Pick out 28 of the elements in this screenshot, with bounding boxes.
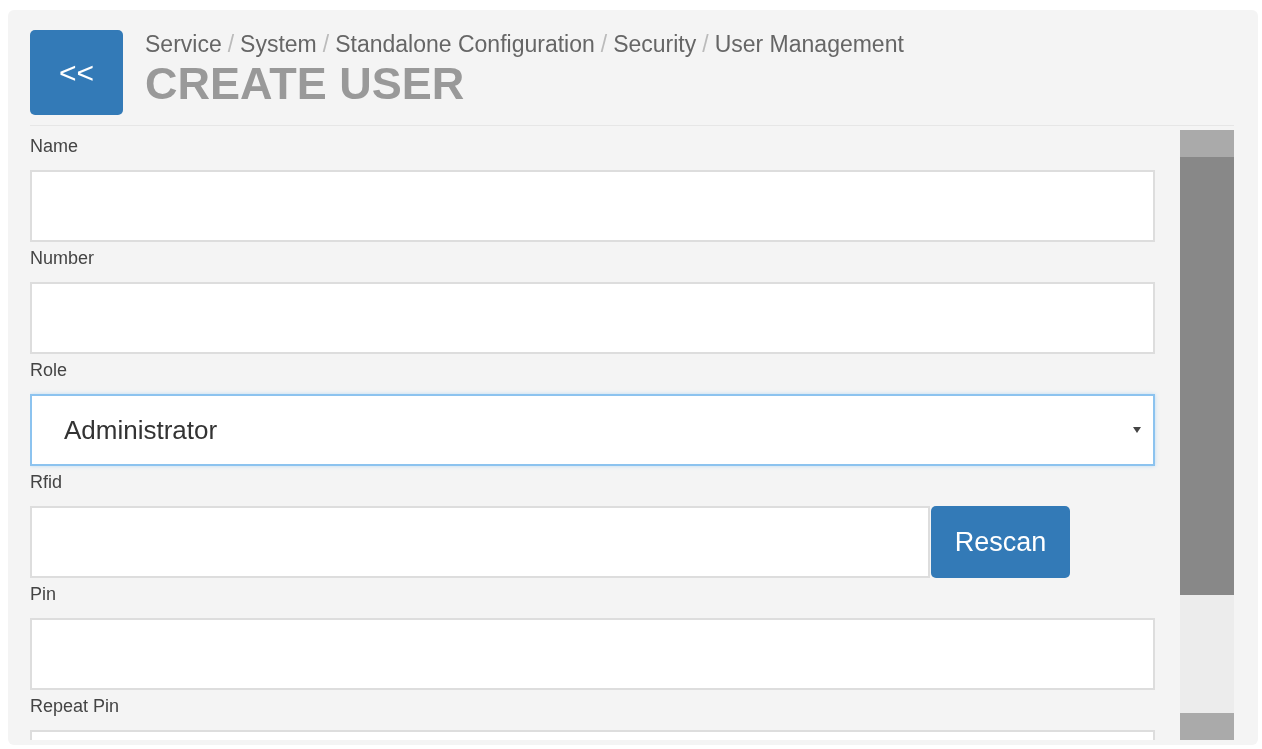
field-label: Role [30, 359, 69, 382]
scrollbar-track[interactable] [1180, 130, 1234, 740]
role-dropdown[interactable]: Administrator [30, 394, 1155, 466]
caret-icon [1133, 427, 1141, 433]
page-title: CREATE USER [145, 58, 466, 110]
scrollbar-thumb[interactable] [1180, 157, 1234, 595]
breadcrumb-separator: / [227, 31, 235, 57]
input-field[interactable] [30, 170, 1155, 242]
scroll-up-button[interactable] [1180, 130, 1234, 157]
field-label: Repeat Pin [30, 695, 121, 718]
breadcrumb-link[interactable]: Standalone Configuration [335, 31, 595, 57]
breadcrumb-separator: / [702, 31, 709, 57]
rescan-button[interactable]: Rescan [931, 506, 1070, 578]
field-label: Number [30, 247, 96, 270]
breadcrumb-separator: / [322, 31, 330, 57]
input-field[interactable] [30, 618, 1155, 690]
scroll-down-button[interactable] [1180, 713, 1234, 740]
input-field[interactable] [30, 506, 930, 578]
field-label: Rfid [30, 471, 63, 494]
field-label: Pin [30, 583, 57, 606]
breadcrumb-link[interactable]: User Management [714, 31, 904, 57]
breadcrumb-separator: / [600, 31, 608, 57]
breadcrumb-link[interactable]: System [240, 31, 317, 57]
breadcrumb-link[interactable]: Service [145, 31, 222, 57]
back-button[interactable]: << [30, 30, 123, 115]
field-label: Name [30, 135, 79, 158]
input-field[interactable] [30, 282, 1155, 354]
breadcrumb-link[interactable]: Security [613, 31, 697, 57]
